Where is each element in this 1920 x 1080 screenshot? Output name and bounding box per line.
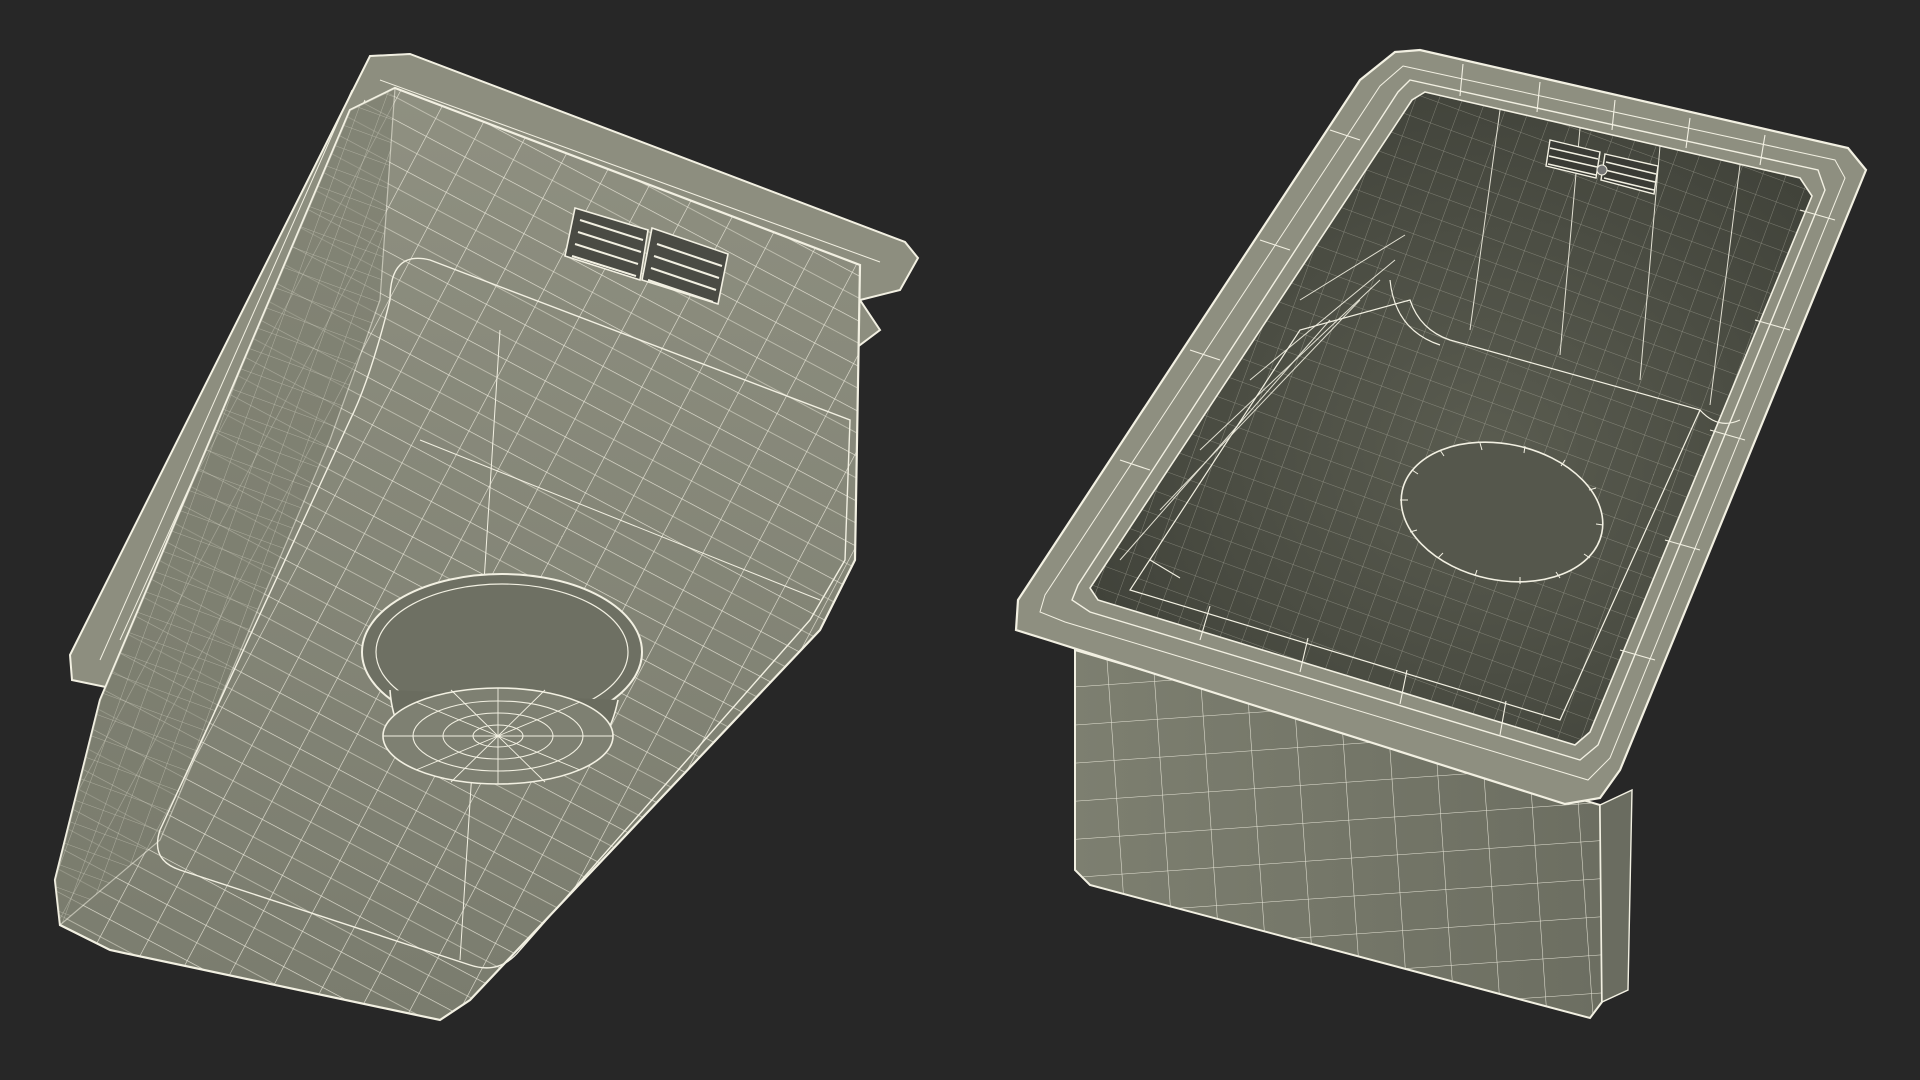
sink-bottom-view (53, 52, 920, 1022)
wireframe-render (53, 48, 1868, 1022)
render-canvas (0, 0, 1920, 1080)
drain-bowl (361, 573, 643, 785)
sink-top-view (1014, 48, 1868, 1020)
